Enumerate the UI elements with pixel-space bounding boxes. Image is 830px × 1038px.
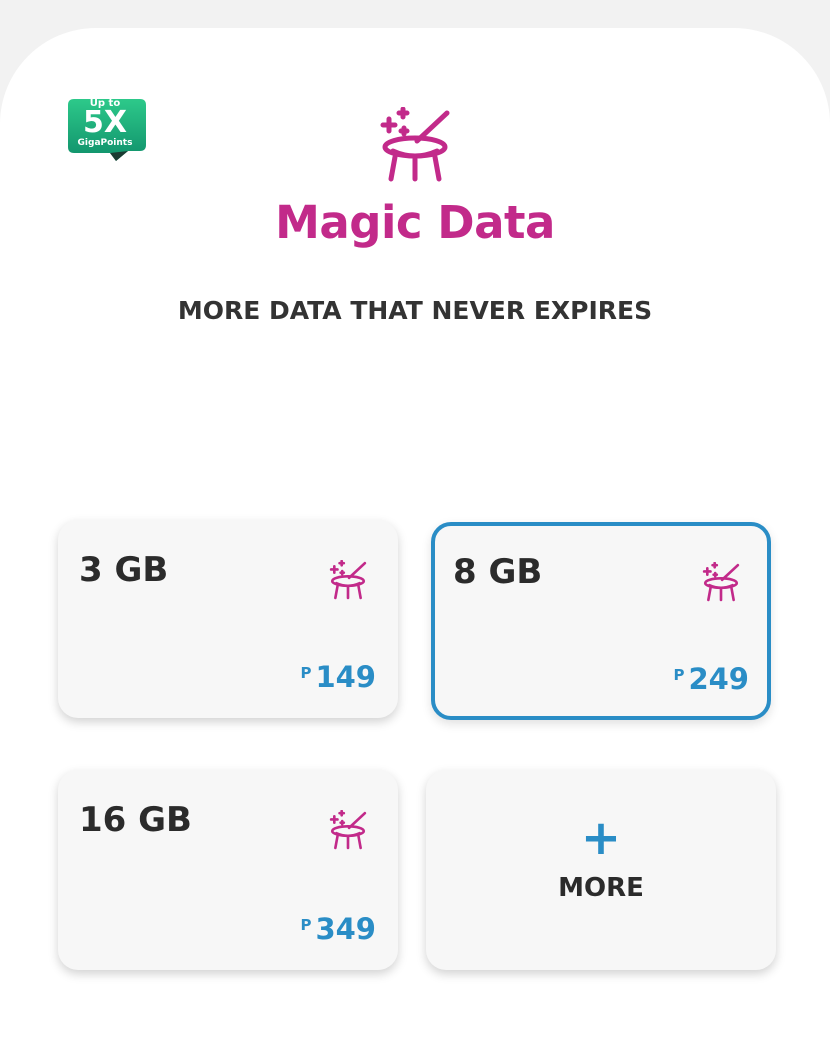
magic-hat-wand-icon	[329, 560, 367, 600]
gigapoints-badge: Up to 5X GigaPoints	[66, 95, 148, 167]
plan-size: 16 GB	[79, 800, 192, 840]
page-subtitle: MORE DATA THAT NEVER EXPIRES	[177, 296, 653, 325]
plus-icon: +	[580, 810, 622, 866]
plan-size: 8 GB	[453, 552, 543, 592]
plan-size: 3 GB	[79, 550, 169, 590]
more-label: MORE	[558, 873, 644, 903]
magic-hat-wand-icon	[377, 106, 453, 183]
magic-hat-wand-icon	[329, 810, 367, 850]
price-amount: 149	[315, 660, 376, 694]
plan-price: P 349	[300, 912, 376, 946]
currency-symbol: P	[300, 664, 312, 682]
plan-card-3gb[interactable]: 3 GB P 149	[58, 520, 398, 718]
currency-symbol: P	[673, 666, 685, 684]
plan-price: P 149	[300, 660, 376, 694]
plan-price: P 249	[673, 662, 749, 696]
currency-symbol: P	[300, 916, 312, 934]
more-plans-button[interactable]: + MORE	[426, 770, 776, 970]
plan-card-8gb[interactable]: 8 GB P 249	[431, 522, 771, 720]
page-title: Magic Data	[275, 196, 555, 249]
price-amount: 249	[688, 662, 749, 696]
magic-hat-wand-icon	[702, 562, 740, 602]
plan-card-16gb[interactable]: 16 GB P 349	[58, 770, 398, 970]
badge-sub-text: GigaPoints	[77, 138, 133, 148]
badge-multiplier: 5X	[82, 105, 127, 140]
price-amount: 349	[315, 912, 376, 946]
